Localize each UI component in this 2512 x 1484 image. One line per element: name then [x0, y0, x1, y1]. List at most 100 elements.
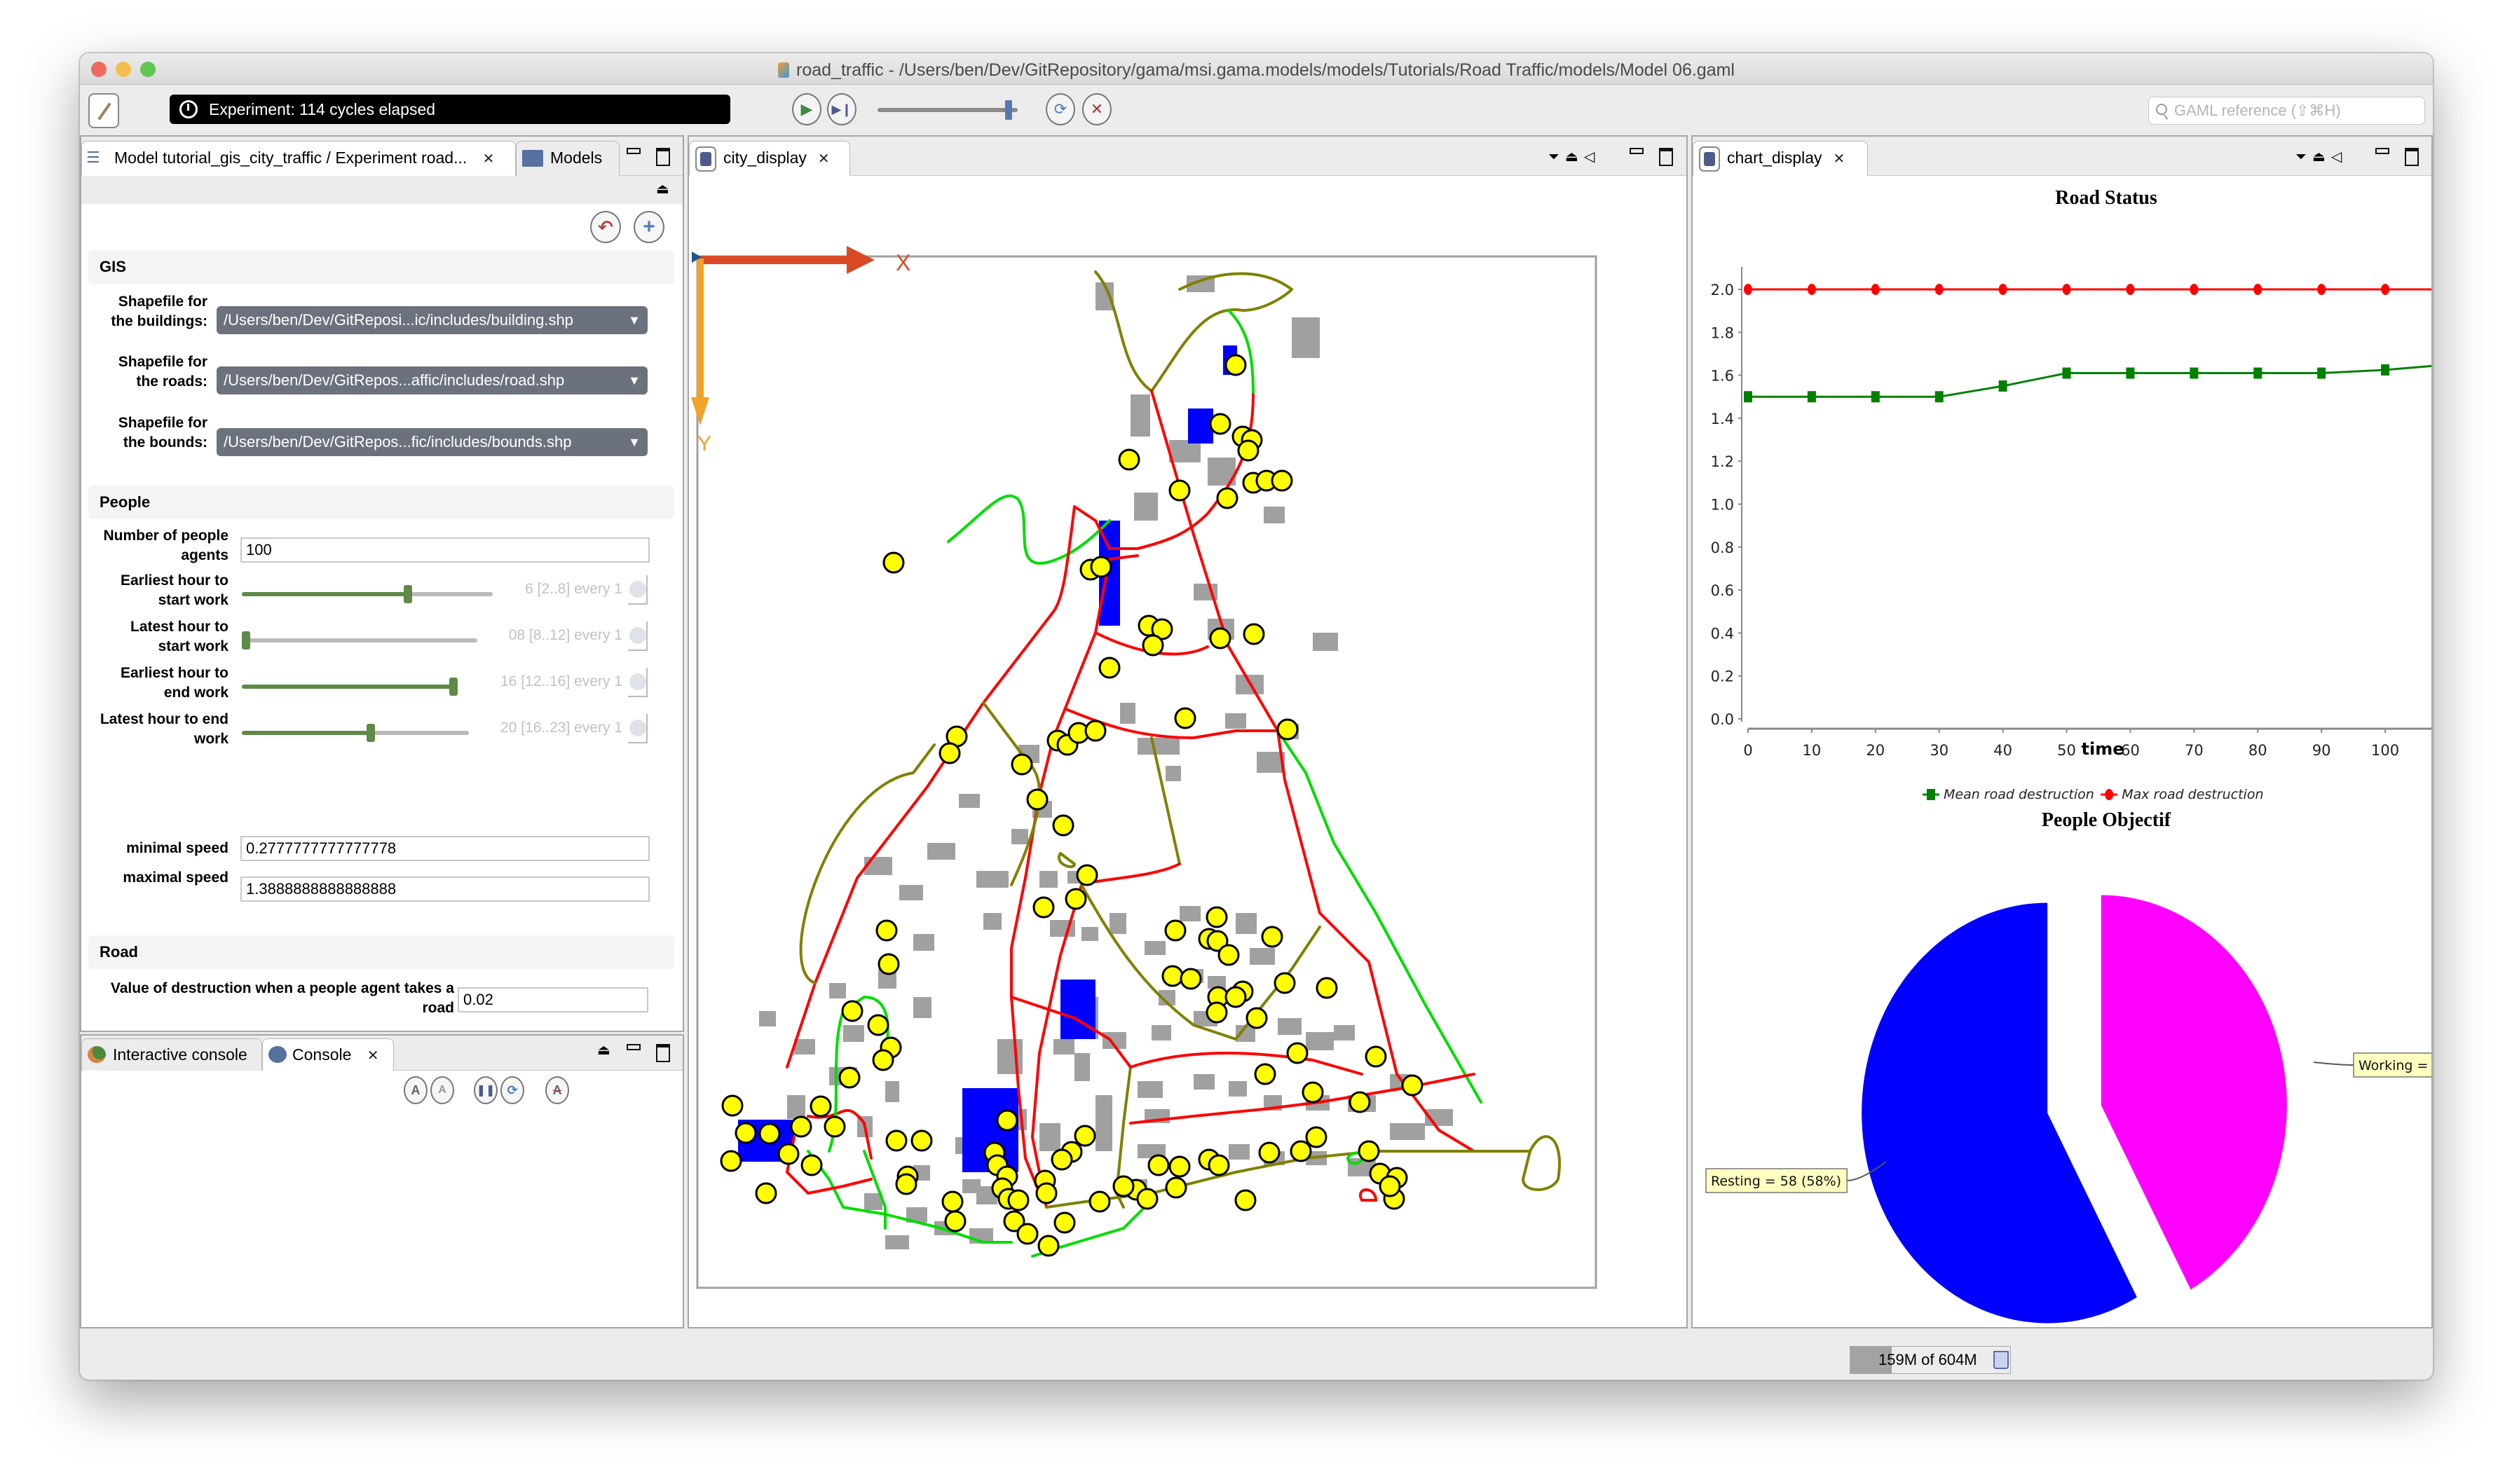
destruction-input[interactable]: 0.02 — [458, 987, 648, 1012]
slider-value-text: 16 [12..16] every 1 — [500, 673, 622, 689]
select-value: /Users/ben/Dev/GitRepos...affic/includes… — [224, 371, 565, 389]
font-increase-icon: A — [411, 1083, 421, 1097]
building — [794, 1039, 815, 1054]
people-agent — [1209, 413, 1231, 435]
clear-console-button[interactable]: A — [545, 1076, 569, 1104]
add-simulation-button[interactable]: + — [634, 211, 664, 243]
slider-label: Latest hour to end work — [100, 711, 228, 747]
reset-slider-button[interactable] — [628, 621, 648, 651]
y-axis-label: Y — [697, 432, 711, 455]
param-label-min-speed: minimal speed — [126, 840, 228, 856]
maximize-view-icon[interactable] — [656, 148, 670, 166]
slider-thumb[interactable] — [242, 631, 250, 650]
pause-console-button[interactable]: ❚❚ — [474, 1076, 498, 1104]
people-agent — [841, 1000, 863, 1022]
reset-slider-button[interactable] — [628, 714, 648, 743]
close-tab-icon[interactable]: ✕ — [367, 1040, 379, 1071]
collapse-toolbar-icon[interactable]: ⏏ — [656, 180, 669, 198]
garbage-collect-icon[interactable] — [1993, 1351, 2009, 1369]
building — [885, 1081, 899, 1102]
city-map[interactable]: X Y — [689, 176, 1686, 1327]
data-point — [1871, 391, 1880, 403]
people-agent — [1084, 720, 1107, 742]
roads-shapefile-select[interactable]: /Users/ben/Dev/GitRepos...affic/includes… — [217, 366, 648, 394]
slider-label: Earliest hour to start work — [120, 572, 228, 608]
experiment-status-text: Experiment: 114 cycles elapsed — [209, 100, 436, 118]
slider-thumb[interactable] — [404, 585, 412, 603]
people-agent — [1026, 788, 1049, 811]
maximize-view-icon[interactable] — [656, 1044, 670, 1062]
minimize-view-icon[interactable] — [627, 1044, 641, 1050]
max-speed-input[interactable]: 1.3888888888888888 — [240, 877, 650, 902]
tab-console[interactable]: Console ✕ — [262, 1038, 394, 1071]
step-button[interactable]: ▶❙ — [827, 93, 856, 125]
people-agent — [720, 1150, 742, 1172]
reset-slider-button[interactable] — [628, 575, 648, 605]
reset-slider-button[interactable] — [628, 668, 648, 697]
building — [1120, 703, 1135, 724]
maximize-view-icon[interactable] — [1659, 148, 1673, 166]
toggle-overlay-icon[interactable]: ⏏ — [1565, 149, 1584, 165]
people-agent — [800, 1154, 823, 1176]
building — [913, 997, 931, 1018]
maximize-view-icon[interactable] — [2405, 148, 2419, 166]
memory-text: 159M of 604M — [1878, 1351, 1977, 1368]
revert-parameters-button[interactable]: ↶ — [590, 211, 621, 243]
display-menu-icon[interactable]: ⏷ — [2295, 149, 2312, 165]
display-menu-icon[interactable]: ⏷ — [1548, 149, 1565, 165]
building — [1264, 507, 1285, 523]
buildings-shapefile-select[interactable]: /Users/ben/Dev/GitReposi...ic/includes/b… — [217, 306, 648, 334]
hour-slider[interactable] — [242, 638, 477, 643]
refresh-console-button[interactable]: ⟳ — [500, 1076, 524, 1104]
close-tab-icon[interactable]: ✕ — [1834, 143, 1845, 175]
slider-thumb[interactable] — [449, 678, 458, 696]
tab-interactive-console[interactable]: Interactive console — [81, 1038, 262, 1071]
people-agent — [910, 1129, 933, 1152]
minimize-view-icon[interactable] — [627, 148, 641, 154]
console-tabstrip: Interactive console Console ✕ ⏏ — [81, 1036, 683, 1071]
people-agent — [1302, 1081, 1324, 1104]
minimize-view-icon[interactable] — [1630, 148, 1644, 154]
reload-button[interactable]: ⟳ — [1046, 93, 1075, 125]
min-speed-input[interactable]: 0.2777777777777778 — [240, 836, 650, 861]
run-button[interactable]: ▶ — [792, 93, 821, 125]
speed-slider-thumb[interactable] — [1005, 100, 1012, 120]
edit-model-button[interactable] — [88, 93, 119, 128]
bounds-shapefile-select[interactable]: /Users/ben/Dev/GitRepos...fic/includes/b… — [217, 428, 648, 456]
section-road[interactable]: Road — [88, 935, 674, 969]
tab-models[interactable]: Models — [516, 141, 620, 176]
people-agent — [1112, 1175, 1135, 1197]
tab-experiment-parameters[interactable]: ☰ Model tutorial_gis_city_traffic / Expe… — [81, 141, 516, 176]
series-line — [1748, 364, 2431, 398]
people-agent — [867, 1014, 889, 1036]
tab-chart-display[interactable]: chart_display ✕ — [1693, 141, 1868, 176]
section-people[interactable]: People — [88, 486, 674, 519]
speed-slider-track[interactable] — [878, 108, 1018, 112]
x-tick-label: 50 — [2057, 742, 2076, 759]
nb-people-input[interactable]: 100 — [240, 537, 650, 563]
increase-font-button[interactable]: A — [404, 1076, 428, 1104]
gaml-reference-search[interactable]: GAML reference (⇧⌘H) — [2148, 97, 2425, 125]
section-gis[interactable]: GIS — [88, 250, 674, 284]
close-experiment-button[interactable]: ✕ — [1082, 93, 1112, 125]
people-agent — [996, 1109, 1018, 1132]
close-tab-icon[interactable]: ✕ — [818, 143, 830, 175]
building — [1236, 913, 1257, 934]
charts-canvas[interactable]: Road Status 0.0 0.2 0.4 0.6 0.8 1.0 1.2 1.4 1.6 1… — [1693, 176, 2431, 1327]
collapse-toolbar-icon[interactable]: ⏏ — [597, 1041, 610, 1059]
people-agent — [1016, 1223, 1039, 1245]
memory-indicator[interactable]: 159M of 604M — [1850, 1346, 2011, 1374]
close-tab-icon[interactable]: ✕ — [483, 143, 495, 175]
building — [1250, 948, 1275, 965]
toggle-overlay-icon[interactable]: ⏏ — [2312, 149, 2331, 165]
toggle-sidebar-icon[interactable]: ◁ — [2331, 149, 2347, 165]
minimize-view-icon[interactable] — [2375, 148, 2389, 154]
decrease-font-button[interactable]: A — [430, 1076, 454, 1104]
parameters-subtoolbar: ⏏ — [81, 176, 683, 204]
slider-thumb[interactable] — [367, 724, 375, 742]
people-agent — [838, 1066, 861, 1089]
people-agent — [1206, 906, 1228, 928]
people-objectif-chart: People Objectif Working = 42 (42%) Restin… — [1705, 809, 2431, 1324]
toggle-sidebar-icon[interactable]: ◁ — [1584, 149, 1600, 165]
tab-city-display[interactable]: city_display ✕ — [689, 141, 850, 176]
